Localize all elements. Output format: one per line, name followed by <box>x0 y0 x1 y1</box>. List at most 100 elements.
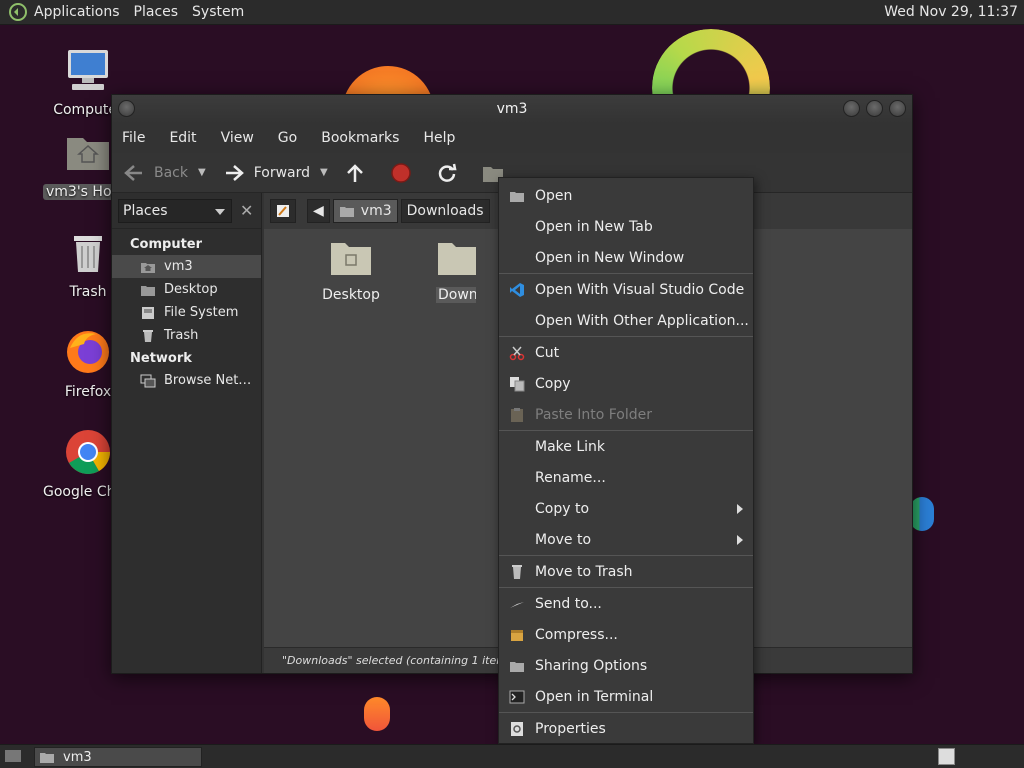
file-item-desktop[interactable]: Desktop <box>301 237 401 303</box>
bottom-panel: vm3 <box>0 744 1024 768</box>
maximize-button[interactable] <box>866 100 883 117</box>
sidebar-item-label: File System <box>164 305 239 320</box>
sidebar-section-computer: Computer <box>130 237 203 252</box>
sidebar-section-network: Network <box>130 351 192 366</box>
forward-history-arrow[interactable]: ▼ <box>320 167 328 178</box>
menu-item-label: Open in New Tab <box>535 218 653 235</box>
menu-bookmarks[interactable]: Bookmarks <box>321 130 399 146</box>
menu-item-copy[interactable]: Copy <box>499 368 753 399</box>
menu-item-properties[interactable]: Properties <box>499 713 753 744</box>
menu-item-send-to[interactable]: Send to... <box>499 588 753 619</box>
reload-button[interactable] <box>436 162 466 184</box>
path-button-vm3[interactable]: vm3 <box>332 199 398 223</box>
reload-icon <box>438 163 457 182</box>
menu-item-cut[interactable]: Cut <box>499 337 753 368</box>
chrome-icon <box>66 430 110 474</box>
applications-menu[interactable]: Applications <box>34 4 120 20</box>
mate-logo-icon[interactable] <box>8 2 28 22</box>
window-titlebar[interactable]: vm3 <box>112 95 912 123</box>
show-desktop-icon[interactable] <box>4 748 22 764</box>
trash-icon <box>143 329 153 342</box>
workspace-switcher[interactable] <box>938 748 955 765</box>
trash-icon <box>512 564 522 579</box>
window-menu-button[interactable] <box>118 100 135 117</box>
menu-help[interactable]: Help <box>423 130 455 146</box>
menu-item-move-to[interactable]: Move to <box>499 524 753 555</box>
menu-item-open-new-window[interactable]: Open in New Window <box>499 242 753 273</box>
menu-item-make-link[interactable]: Make Link <box>499 431 753 462</box>
close-button[interactable] <box>889 100 906 117</box>
edit-icon <box>277 205 289 217</box>
menu-go[interactable]: Go <box>278 130 297 146</box>
menu-item-label: Open in Terminal <box>535 688 654 705</box>
sidebar-item-browse-network[interactable]: Browse Net… <box>112 369 261 392</box>
folder-icon <box>141 285 155 296</box>
send-icon <box>510 601 524 608</box>
menu-view[interactable]: View <box>221 130 254 146</box>
menu-item-label: Copy <box>535 375 571 392</box>
menu-item-open-with-vscode[interactable]: Open With Visual Studio Code <box>499 274 753 305</box>
path-label: vm3 <box>360 203 392 219</box>
places-combo[interactable]: Places <box>118 198 232 223</box>
back-history-arrow[interactable]: ▼ <box>198 167 206 178</box>
menu-item-label: Cut <box>535 344 560 361</box>
minimize-button[interactable] <box>843 100 860 117</box>
places-combo-label: Places <box>123 202 168 219</box>
network-icon <box>140 374 156 387</box>
menu-item-label: Open <box>535 187 573 204</box>
back-label: Back <box>154 164 188 181</box>
folder-icon <box>438 243 476 275</box>
vscode-icon <box>510 282 524 297</box>
clock[interactable]: Wed Nov 29, 11:37 <box>884 4 1018 20</box>
path-scroll-left[interactable]: ◀ <box>307 199 330 223</box>
sidebar-item-label: Desktop <box>164 282 218 297</box>
menu-item-open-with-other[interactable]: Open With Other Application... <box>499 305 753 336</box>
wallpaper-shape <box>910 497 934 531</box>
sidebar-item-desktop[interactable]: Desktop <box>112 278 261 301</box>
stop-button[interactable] <box>390 162 420 184</box>
system-menu[interactable]: System <box>192 4 244 20</box>
folder-icon <box>331 243 371 275</box>
up-button[interactable] <box>344 162 374 184</box>
menu-item-copy-to[interactable]: Copy to <box>499 493 753 524</box>
menu-item-move-to-trash[interactable]: Move to Trash <box>499 556 753 587</box>
menu-item-label: Send to... <box>535 595 602 612</box>
home-folder-icon <box>40 753 54 763</box>
drive-icon <box>142 306 154 319</box>
computer-icon <box>68 50 108 90</box>
forward-arrow-icon <box>225 164 244 181</box>
menu-item-label: Make Link <box>535 438 605 455</box>
back-arrow-icon <box>124 164 142 181</box>
menu-item-label: Move to Trash <box>535 563 633 580</box>
menu-item-sharing-options[interactable]: Sharing Options <box>499 650 753 681</box>
submenu-arrow-icon <box>737 535 743 545</box>
menu-item-open[interactable]: Open <box>499 180 753 211</box>
toggle-location-button[interactable] <box>270 199 296 223</box>
sidebar-item-vm3[interactable]: vm3 <box>112 255 261 278</box>
firefox-icon <box>67 331 109 373</box>
menu-item-label: Move to <box>535 531 592 548</box>
menu-item-rename[interactable]: Rename... <box>499 462 753 493</box>
taskbar-item-vm3[interactable]: vm3 <box>34 747 202 767</box>
properties-icon <box>511 721 523 736</box>
sidebar-item-file-system[interactable]: File System <box>112 301 261 324</box>
sidebar-item-label: vm3 <box>164 259 193 274</box>
submenu-arrow-icon <box>737 504 743 514</box>
back-button[interactable]: Back ▼ <box>122 163 206 183</box>
path-button-downloads[interactable]: Downloads <box>400 199 490 223</box>
menu-item-label: Open With Visual Studio Code <box>535 281 745 298</box>
forward-button[interactable]: Forward ▼ <box>222 163 328 183</box>
menu-file[interactable]: File <box>122 130 145 146</box>
close-sidebar-icon[interactable]: ✕ <box>240 201 253 220</box>
home-icon <box>141 262 155 273</box>
sidebar-item-trash[interactable]: Trash <box>112 324 261 347</box>
menu-item-label: Rename... <box>535 469 606 486</box>
up-arrow-icon <box>346 163 363 182</box>
menu-item-open-in-terminal[interactable]: Open in Terminal <box>499 681 753 712</box>
menu-item-compress[interactable]: Compress... <box>499 619 753 650</box>
places-menu[interactable]: Places <box>134 4 179 20</box>
stop-icon <box>390 162 411 183</box>
menu-edit[interactable]: Edit <box>169 130 196 146</box>
file-item-downloads[interactable]: Downloads <box>436 237 476 303</box>
menu-item-open-new-tab[interactable]: Open in New Tab <box>499 211 753 242</box>
